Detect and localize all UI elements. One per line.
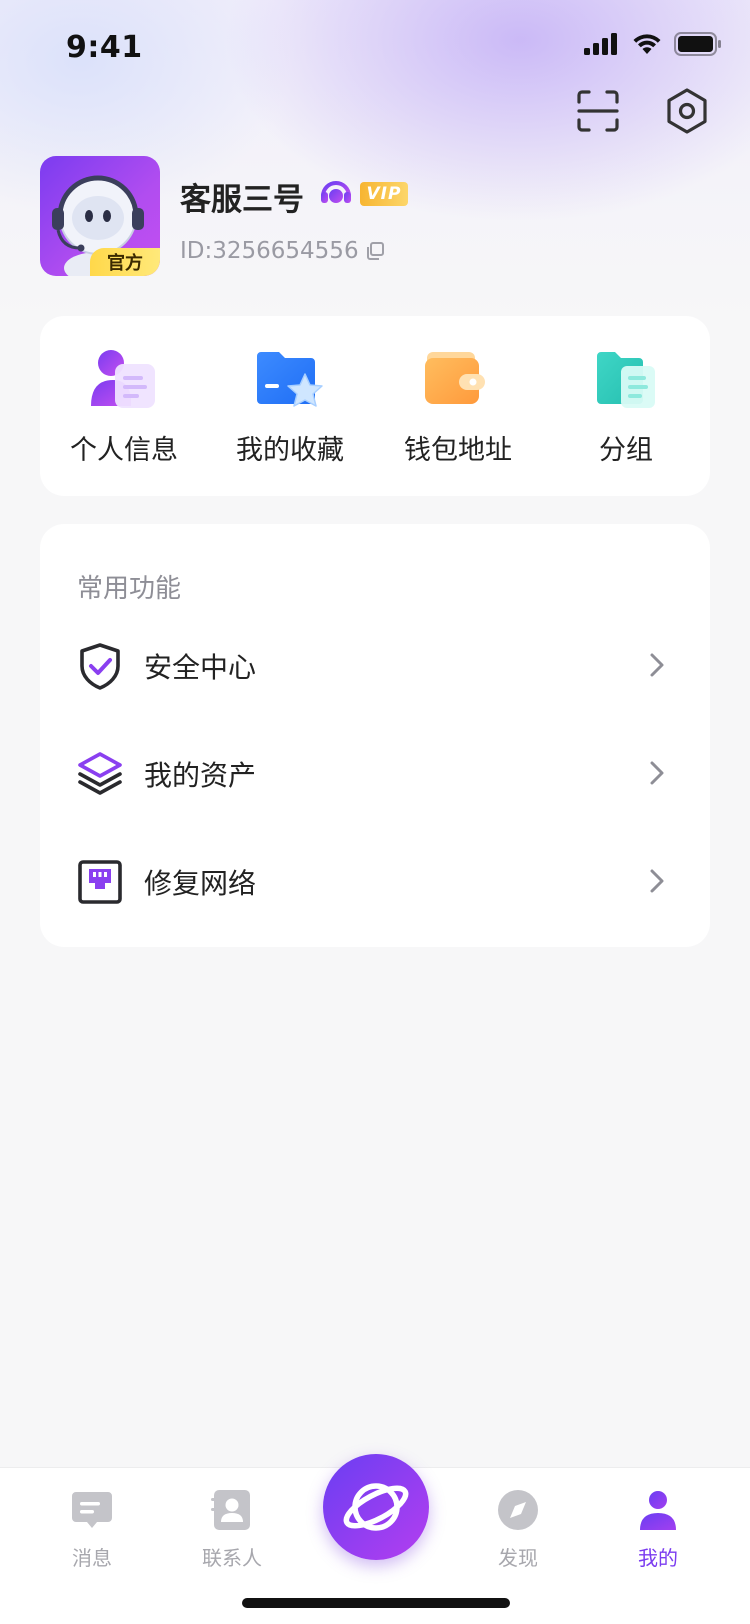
official-badge: 官方 bbox=[90, 248, 160, 276]
tab-label: 我的 bbox=[638, 1546, 678, 1570]
battery-icon bbox=[674, 32, 721, 56]
copy-icon[interactable] bbox=[364, 240, 386, 262]
settings-button[interactable] bbox=[662, 86, 712, 136]
tab-label: 联系人 bbox=[202, 1546, 262, 1570]
group-folder-icon bbox=[597, 352, 655, 408]
function-row-security-center[interactable]: 安全中心 bbox=[40, 614, 710, 714]
quick-action-label: 我的收藏 bbox=[236, 435, 344, 466]
quick-action-label: 钱包地址 bbox=[404, 435, 512, 466]
quick-action-personal-info[interactable]: 个人信息 bbox=[40, 316, 208, 496]
cellular-signal-icon bbox=[584, 33, 617, 55]
quick-actions-card: 个人信息 我的收藏 钱包地址 分组 bbox=[40, 316, 710, 496]
tab-label: 发现 bbox=[498, 1546, 538, 1570]
section-title: 常用功能 bbox=[77, 574, 182, 604]
network-repair-icon bbox=[78, 860, 122, 904]
user-id: ID:3256654556 bbox=[180, 238, 359, 264]
tab-messages[interactable]: 消息 bbox=[42, 1482, 142, 1582]
chevron-right-icon bbox=[650, 761, 664, 785]
tab-contacts[interactable]: 联系人 bbox=[182, 1482, 282, 1582]
status-time: 9:41 bbox=[66, 30, 143, 65]
function-row-repair-network[interactable]: 修复网络 bbox=[40, 830, 710, 930]
wallet-icon bbox=[425, 352, 485, 404]
scan-button[interactable] bbox=[573, 86, 623, 136]
message-icon bbox=[72, 1492, 112, 1528]
function-label: 修复网络 bbox=[144, 867, 257, 900]
function-label: 安全中心 bbox=[144, 651, 257, 684]
chevron-right-icon bbox=[650, 869, 664, 893]
center-planet-button[interactable] bbox=[323, 1454, 429, 1560]
quick-action-favorites[interactable]: 我的收藏 bbox=[206, 316, 374, 496]
profile-name: 客服三号 bbox=[180, 182, 304, 218]
contacts-icon bbox=[211, 1490, 250, 1530]
tab-label: 消息 bbox=[72, 1546, 112, 1570]
quick-action-label: 个人信息 bbox=[70, 435, 178, 466]
function-label: 我的资产 bbox=[144, 759, 257, 792]
headset-badge-icon bbox=[321, 181, 351, 203]
layers-icon bbox=[78, 752, 122, 795]
tab-discover[interactable]: 发现 bbox=[468, 1482, 568, 1582]
avatar[interactable]: 官方 bbox=[40, 156, 160, 276]
shield-check-icon bbox=[80, 643, 120, 690]
status-bar: 9:41 bbox=[0, 0, 750, 96]
common-functions-card: 常用功能 安全中心 我的资产 修复网络 bbox=[40, 524, 710, 947]
scan-icon bbox=[577, 90, 619, 132]
personal-info-icon bbox=[91, 350, 155, 408]
planet-icon bbox=[343, 1483, 409, 1531]
profile-icon bbox=[640, 1491, 676, 1530]
chevron-right-icon bbox=[650, 653, 664, 677]
favorites-folder-icon bbox=[257, 352, 323, 407]
vip-badge: VIP bbox=[360, 182, 408, 206]
quick-action-wallet[interactable]: 钱包地址 bbox=[374, 316, 542, 496]
tab-profile[interactable]: 我的 bbox=[608, 1482, 708, 1582]
wifi-icon bbox=[633, 34, 661, 54]
quick-action-label: 分组 bbox=[599, 435, 653, 466]
home-indicator bbox=[242, 1598, 510, 1608]
function-row-my-assets[interactable]: 我的资产 bbox=[40, 722, 710, 822]
profile-section: 官方 客服三号 VIP ID:3256654556 bbox=[40, 156, 720, 276]
compass-icon bbox=[498, 1490, 538, 1530]
quick-action-group[interactable]: 分组 bbox=[542, 316, 710, 496]
hexagon-settings-icon bbox=[667, 88, 707, 134]
status-icons bbox=[584, 32, 722, 56]
